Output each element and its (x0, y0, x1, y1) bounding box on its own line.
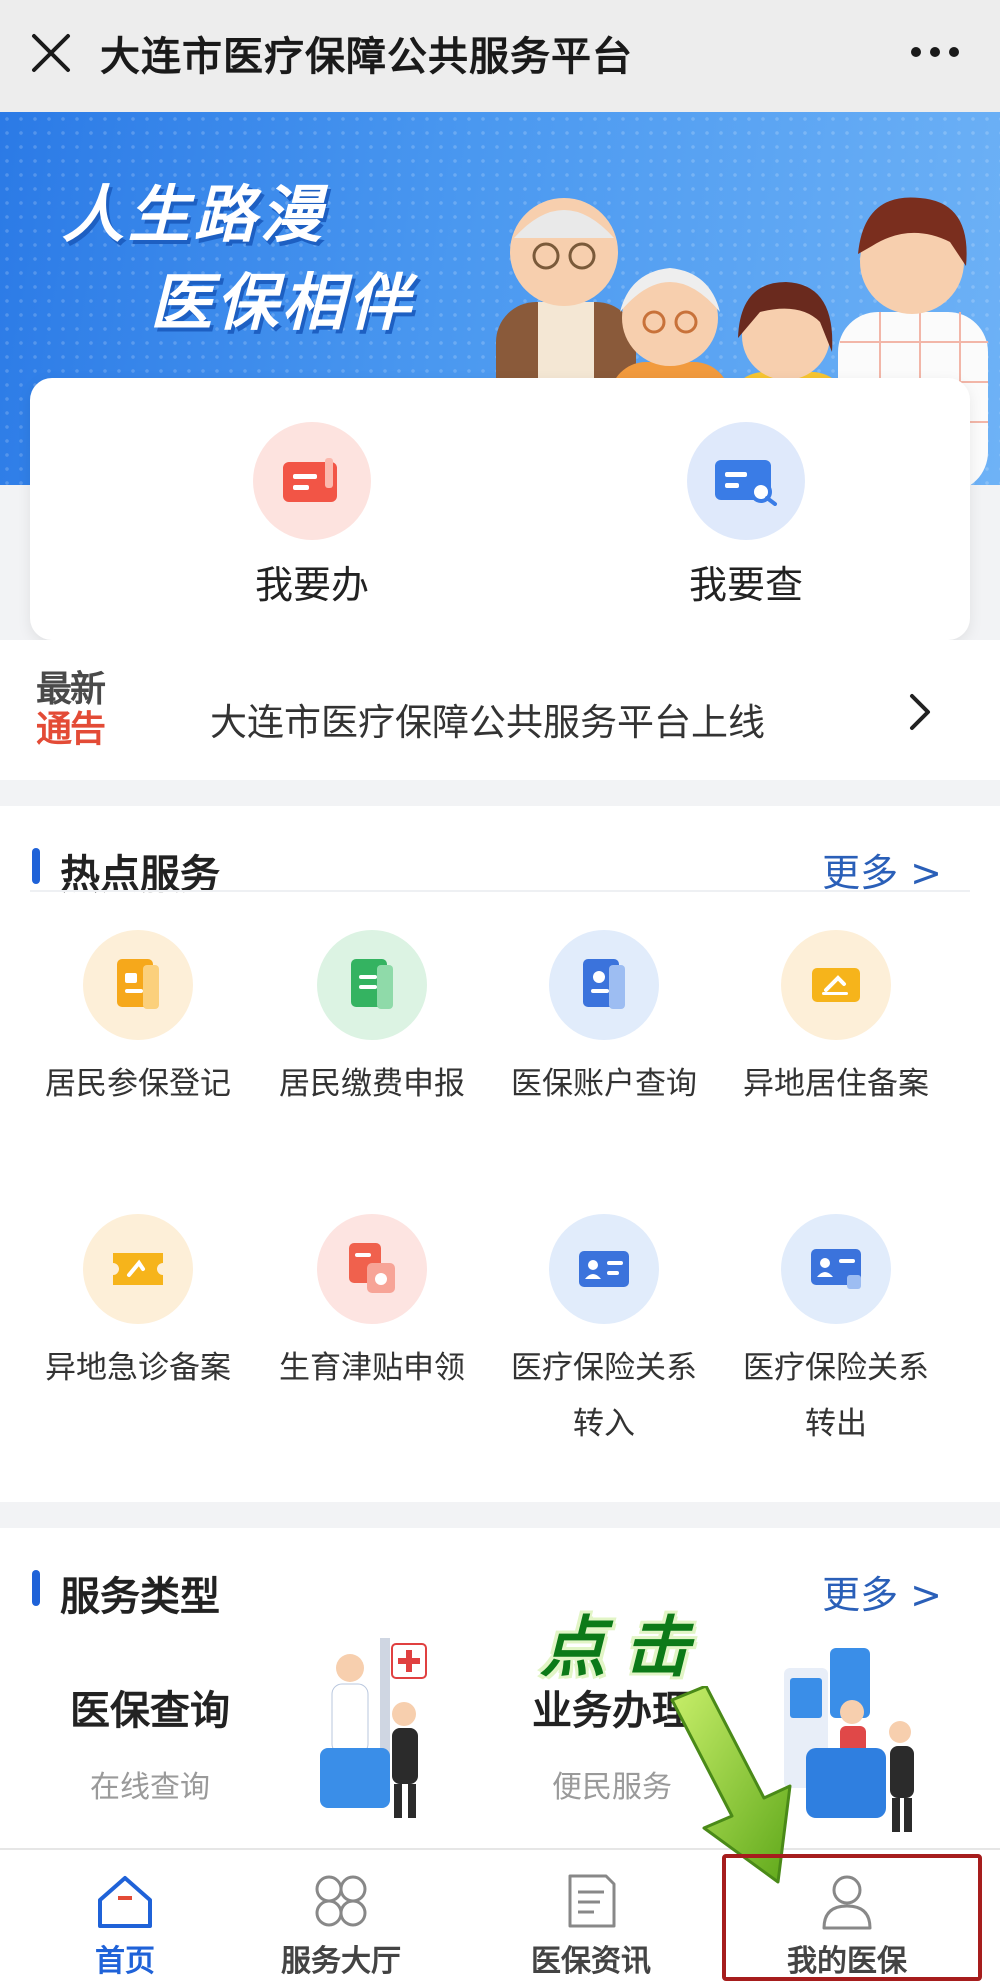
news-icon (568, 1874, 616, 1928)
section-header: 热点服务 更多 > (0, 806, 1000, 898)
service-account-query[interactable]: 医保账户查询 (488, 930, 720, 1112)
service-hall-icon (315, 1875, 367, 1927)
bottom-tab-bar: 首页 服务大厅 医保资讯 我的医保 (0, 1848, 1000, 1981)
service-label: 医疗保险关系 转入 (488, 1340, 720, 1452)
service-label-line2: 转入 (573, 1406, 635, 1442)
service-label: 居民参保登记 (45, 1066, 231, 1102)
service-type-subtitle: 便民服务 (552, 1770, 672, 1805)
register-icon (83, 930, 193, 1040)
hot-services-section: 热点服务 更多 > 居民参保登记 居民缴费申报 医保账户查询 异地居住备案 异地… (0, 806, 1000, 1502)
service-type-subtitle: 在线查询 (90, 1770, 210, 1805)
notice-badge: 最新 通告 (36, 670, 132, 750)
service-label-line2: 转出 (805, 1406, 867, 1442)
tab-label: 我的医保 (787, 1944, 907, 1979)
doctor-illustration (320, 1638, 427, 1818)
section-accent-bar (32, 1570, 40, 1606)
latest-notice-bar[interactable]: 最新 通告 大连市医疗保障公共服务平台上线 (0, 640, 1000, 780)
service-label: 居民缴费申报 (279, 1066, 465, 1102)
transfer-out-icon (781, 1214, 891, 1324)
quick-action-query[interactable]: 我要查 (596, 422, 896, 607)
notice-badge-line2: 通告 (36, 709, 106, 750)
service-label-line1: 医疗保险关系 (511, 1350, 697, 1386)
service-types-section: 服务类型 更多 > 医保查询 在线查询 业务办理 便民服务 点击 (0, 1528, 1000, 1848)
service-label: 医保账户查询 (511, 1066, 697, 1102)
tab-label: 首页 (95, 1944, 155, 1979)
banner-slogan-line1: 人生路漫 (62, 178, 327, 251)
service-type-query[interactable]: 医保查询 在线查询 (0, 1678, 300, 1806)
more-options-icon[interactable] (908, 44, 962, 60)
profile-icon (822, 1875, 872, 1930)
home-icon (98, 1876, 152, 1928)
service-resident-payment[interactable]: 居民缴费申报 (256, 930, 488, 1112)
service-label: 医疗保险关系 转出 (720, 1340, 952, 1452)
service-label: 异地居住备案 (743, 1066, 929, 1102)
close-icon[interactable] (28, 30, 74, 76)
service-insurance-transfer-out[interactable]: 医疗保险关系 转出 (720, 1214, 952, 1452)
quick-actions-card: 我要办 我要查 (30, 378, 970, 640)
transfer-in-icon (549, 1214, 659, 1324)
more-link[interactable]: 更多 > (822, 1564, 942, 1619)
search-card-icon (687, 422, 805, 540)
service-maternity-allowance[interactable]: 生育津贴申领 (256, 1214, 488, 1396)
tab-news[interactable]: 医保资讯 (466, 1850, 716, 1981)
maternity-icon (317, 1214, 427, 1324)
section-header: 服务类型 更多 > (0, 1528, 1000, 1620)
form-icon (253, 422, 371, 540)
service-type-title: 医保查询 (70, 1688, 230, 1734)
tab-my-insurance[interactable]: 我的医保 (722, 1850, 972, 1981)
residence-icon (781, 930, 891, 1040)
divider (30, 890, 970, 892)
payment-icon (317, 930, 427, 1040)
page-title: 大连市医疗保障公共服务平台 (100, 34, 633, 80)
notice-badge-line1: 最新 (36, 669, 106, 710)
more-link[interactable]: 更多 > (822, 842, 942, 897)
notice-text: 大连市医疗保障公共服务平台上线 (210, 701, 765, 744)
tab-service-hall[interactable]: 服务大厅 (216, 1850, 466, 1981)
service-desk-illustration (784, 1648, 914, 1832)
quick-action-handle[interactable]: 我要办 (162, 422, 462, 607)
emergency-ticket-icon (83, 1214, 193, 1324)
service-remote-residence[interactable]: 异地居住备案 (720, 930, 952, 1112)
service-label: 生育津贴申领 (279, 1350, 465, 1386)
section-accent-bar (32, 848, 40, 884)
service-insurance-transfer-in[interactable]: 医疗保险关系 转入 (488, 1214, 720, 1452)
tab-label: 医保资讯 (531, 1944, 651, 1979)
title-bar: 大连市医疗保障公共服务平台 (0, 0, 1000, 112)
service-resident-registration[interactable]: 居民参保登记 (22, 930, 254, 1112)
service-label: 异地急诊备案 (45, 1350, 231, 1386)
click-annotation: 点击 (540, 1609, 708, 1686)
service-label-line1: 医疗保险关系 (743, 1350, 929, 1386)
service-remote-emergency[interactable]: 异地急诊备案 (22, 1214, 254, 1396)
account-icon (549, 930, 659, 1040)
section-title: 服务类型 (60, 1574, 220, 1620)
chevron-right-icon[interactable] (904, 692, 934, 732)
tab-label: 服务大厅 (281, 1944, 401, 1979)
quick-action-label: 我要查 (688, 563, 803, 607)
tab-home[interactable]: 首页 (0, 1850, 250, 1981)
service-type-business[interactable]: 业务办理 便民服务 (462, 1678, 762, 1806)
banner-slogan-line2: 医保相伴 (150, 266, 415, 339)
quick-action-label: 我要办 (254, 563, 369, 607)
